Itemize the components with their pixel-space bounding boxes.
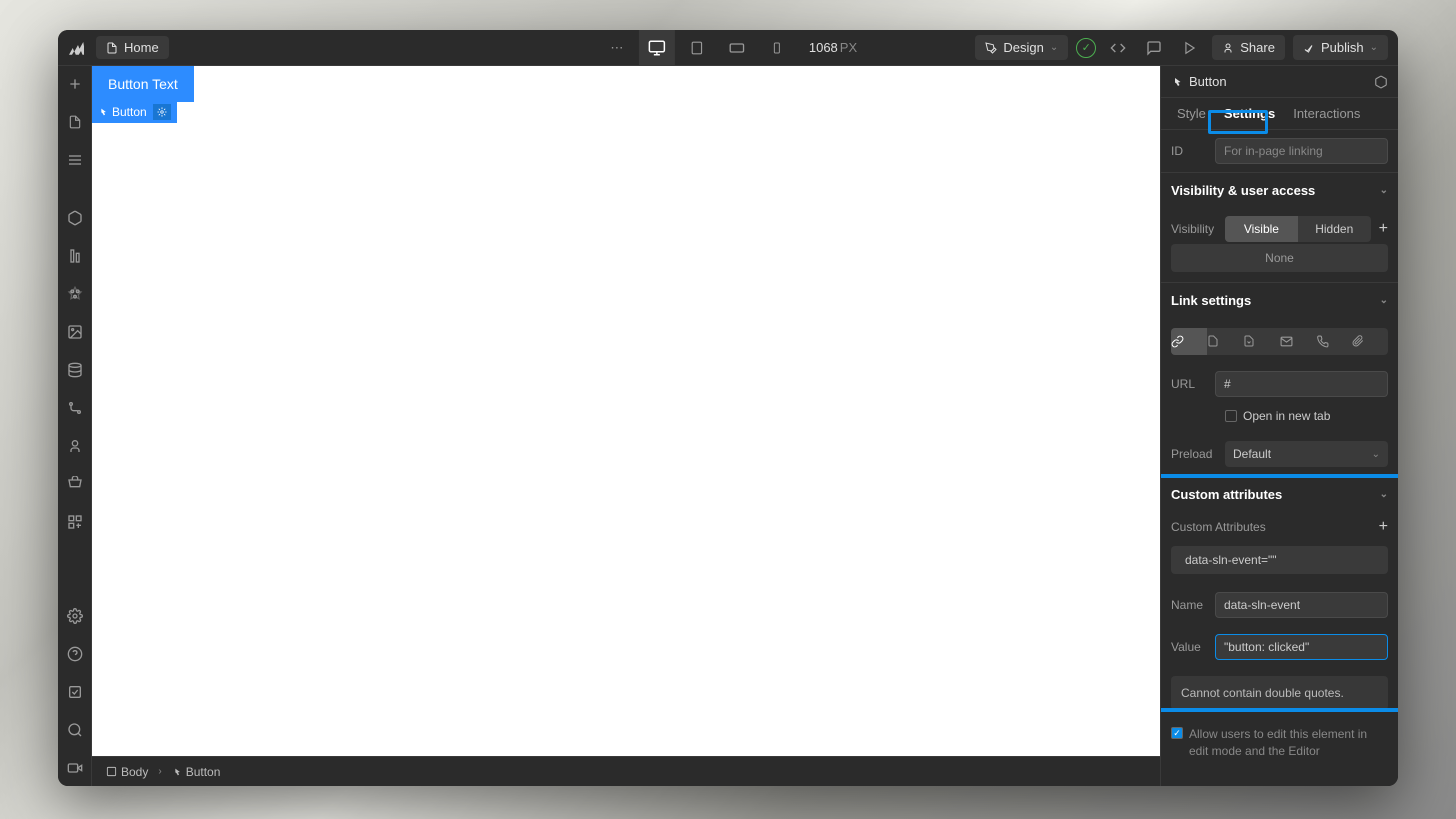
tab-settings[interactable]: Settings: [1216, 98, 1283, 129]
help-icon[interactable]: [65, 644, 85, 664]
tablet-breakpoint-icon[interactable]: [679, 30, 715, 66]
status-ok-icon[interactable]: ✓: [1076, 38, 1096, 58]
id-label: ID: [1171, 144, 1207, 158]
preload-select[interactable]: Default ⌄: [1225, 441, 1388, 467]
components-icon[interactable]: [65, 208, 85, 228]
preload-label: Preload: [1171, 447, 1217, 461]
tab-interactions[interactable]: Interactions: [1285, 98, 1368, 129]
visibility-label: Visibility: [1171, 222, 1217, 236]
top-bar: Home ⋯ 1068PX Design ⌄: [58, 30, 1398, 66]
variables-icon[interactable]: [65, 246, 85, 266]
page-selector[interactable]: Home: [96, 36, 169, 59]
search-icon[interactable]: [65, 720, 85, 740]
crumb-body[interactable]: Body: [100, 763, 154, 781]
audit-icon[interactable]: [65, 682, 85, 702]
link-file-icon[interactable]: [1352, 328, 1388, 355]
add-visibility-icon[interactable]: +: [1379, 220, 1388, 238]
apps-icon[interactable]: [65, 512, 85, 532]
custom-attributes-section: Custom attributes ⌄ Custom Attributes + …: [1161, 475, 1398, 710]
mode-toggle[interactable]: Design ⌄: [975, 35, 1068, 60]
crumb-button[interactable]: Button: [166, 763, 227, 781]
selection-settings-icon[interactable]: [153, 104, 171, 120]
ecommerce-icon[interactable]: [65, 474, 85, 494]
tab-style[interactable]: Style: [1169, 98, 1214, 129]
right-panel: Button Style Settings Interactions ID Vi…: [1160, 66, 1398, 786]
publish-button[interactable]: Publish ⌄: [1293, 35, 1388, 60]
preview-icon[interactable]: [1176, 34, 1204, 62]
breadcrumb: Body › Button: [92, 756, 1160, 786]
ca-header[interactable]: Custom attributes ⌄: [1161, 476, 1398, 512]
ca-subheader: Custom Attributes +: [1161, 512, 1398, 546]
component-icon[interactable]: [1374, 75, 1388, 89]
attr-value-input[interactable]: [1215, 634, 1388, 660]
link-type-row: [1171, 328, 1388, 355]
button-element[interactable]: Button Text: [92, 66, 194, 102]
assets-icon[interactable]: [65, 322, 85, 342]
landscape-breakpoint-icon[interactable]: [719, 30, 755, 66]
error-message: Cannot contain double quotes.: [1171, 676, 1388, 710]
link-email-icon[interactable]: [1280, 328, 1316, 355]
value-label: Value: [1171, 640, 1207, 654]
visible-button[interactable]: Visible: [1225, 216, 1298, 242]
styles-icon[interactable]: [65, 284, 85, 304]
link-url-icon[interactable]: [1171, 328, 1207, 355]
url-label: URL: [1171, 377, 1207, 391]
navigator-icon[interactable]: [65, 150, 85, 170]
top-right: Design ⌄ ✓ Share Publish ⌄: [975, 34, 1398, 62]
settings-icon[interactable]: [65, 606, 85, 626]
conditions-none[interactable]: None: [1171, 244, 1388, 272]
webflow-logo-icon[interactable]: [58, 30, 92, 66]
comments-icon[interactable]: [1140, 34, 1168, 62]
panel-tabs: Style Settings Interactions: [1161, 98, 1398, 130]
share-button[interactable]: Share: [1212, 35, 1285, 60]
element-header: Button: [1161, 66, 1398, 98]
desktop-breakpoint-icon[interactable]: [639, 30, 675, 66]
name-label: Name: [1171, 598, 1207, 612]
main-row: Button Text Button Body › Button: [58, 66, 1398, 786]
checkbox-icon[interactable]: [1225, 410, 1237, 422]
code-icon[interactable]: [1104, 34, 1132, 62]
canvas-width[interactable]: 1068PX: [809, 40, 857, 55]
users-icon[interactable]: [65, 436, 85, 456]
more-icon[interactable]: ⋯: [599, 30, 635, 66]
attr-name-input[interactable]: [1215, 592, 1388, 618]
pages-icon[interactable]: [65, 112, 85, 132]
link-header[interactable]: Link settings ⌄: [1161, 282, 1398, 318]
canvas[interactable]: Button Text Button: [92, 66, 1160, 756]
app-window: Home ⋯ 1068PX Design ⌄: [58, 30, 1398, 786]
left-rail: [58, 66, 92, 786]
selection-label[interactable]: Button: [92, 101, 177, 123]
cms-icon[interactable]: [65, 360, 85, 380]
add-attribute-icon[interactable]: +: [1379, 518, 1388, 536]
attribute-chip[interactable]: data-sln-event="": [1171, 546, 1388, 574]
breakpoint-controls: ⋯ 1068PX: [599, 30, 857, 66]
url-input[interactable]: [1215, 371, 1388, 397]
link-page-icon[interactable]: [1207, 328, 1243, 355]
hidden-button[interactable]: Hidden: [1298, 216, 1371, 242]
page-name: Home: [124, 40, 159, 55]
link-phone-icon[interactable]: [1316, 328, 1352, 355]
open-new-tab-row[interactable]: Open in new tab: [1161, 405, 1398, 433]
mobile-breakpoint-icon[interactable]: [759, 30, 795, 66]
visibility-header[interactable]: Visibility & user access ⌄: [1161, 172, 1398, 208]
canvas-wrap: Button Text Button Body › Button: [92, 66, 1160, 786]
logic-icon[interactable]: [65, 398, 85, 418]
video-icon[interactable]: [65, 758, 85, 778]
id-input[interactable]: [1215, 138, 1388, 164]
add-element-icon[interactable]: [65, 74, 85, 94]
checkbox-checked-icon[interactable]: ✓: [1171, 727, 1183, 739]
link-section-icon[interactable]: [1243, 328, 1279, 355]
editor-allow-row[interactable]: ✓ Allow users to edit this element in ed…: [1161, 718, 1398, 768]
